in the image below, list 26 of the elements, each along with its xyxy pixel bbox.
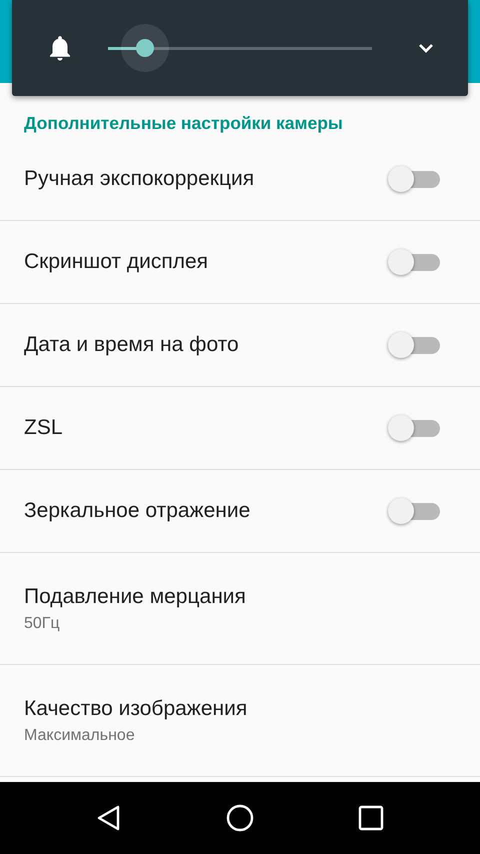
setting-title: Зеркальное отражение [24, 499, 250, 523]
setting-title: Ручная экспокоррекция [24, 167, 254, 191]
setting-row[interactable]: Дата и время на фото [0, 304, 480, 387]
setting-summary: Максимальное [24, 726, 136, 744]
setting-title: Скриншот дисплея [24, 250, 208, 274]
toggle-switch[interactable] [388, 330, 440, 360]
toggle-switch[interactable] [388, 413, 440, 443]
section-title: Дополнительные настройки камеры [24, 113, 343, 133]
recents-icon[interactable] [358, 805, 384, 831]
setting-row[interactable]: Подавление мерцания 50Гц [0, 553, 480, 665]
setting-summary: 50Гц [24, 614, 61, 632]
setting-title: Качество изображения [24, 696, 248, 720]
setting-title: Подавление мерцания [24, 584, 247, 608]
setting-row[interactable]: Скриншот дисплея [0, 221, 480, 304]
setting-title: ZSL [24, 416, 63, 440]
back-icon[interactable] [96, 804, 122, 832]
setting-title: Дата и время на фото [24, 333, 239, 357]
toggle-switch[interactable] [388, 247, 440, 277]
toggle-switch[interactable] [388, 164, 440, 194]
setting-row[interactable]: Качество изображения Максимальное [0, 665, 480, 777]
home-icon[interactable] [226, 804, 254, 832]
toggle-switch[interactable] [388, 496, 440, 526]
setting-row[interactable]: ZSL [0, 387, 480, 470]
setting-row[interactable]: Зеркальное отражение [0, 470, 480, 553]
setting-row[interactable]: Ручная экспокоррекция [0, 138, 480, 221]
volume-slider[interactable] [108, 24, 372, 72]
